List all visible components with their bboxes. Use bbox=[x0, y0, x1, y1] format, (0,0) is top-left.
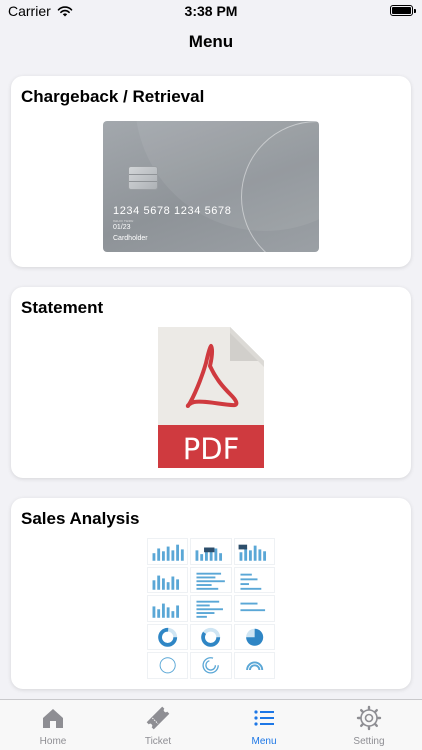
thumb-bar-chart bbox=[147, 566, 189, 594]
thumb-donut-chart bbox=[190, 623, 232, 651]
thumb-line-list bbox=[233, 595, 275, 622]
thumb-hbar-chart bbox=[190, 566, 232, 594]
thumb-ring-chart bbox=[190, 652, 232, 679]
thumb-bar-chart bbox=[147, 595, 189, 622]
card-title: Statement bbox=[21, 298, 104, 317]
battery-icon bbox=[390, 5, 413, 16]
list-icon bbox=[254, 710, 274, 726]
thumb-bar-chart bbox=[147, 538, 189, 565]
tab-label: Setting bbox=[353, 736, 385, 747]
pdf-label: PDF bbox=[183, 432, 240, 466]
pdf-file-icon: PDF bbox=[158, 327, 264, 468]
credit-card-image: 1234 5678 1234 5678 VALID THRU 01/23 Car… bbox=[103, 121, 319, 252]
tab-menu[interactable]: Menu bbox=[224, 700, 304, 750]
thumb-ring-chart bbox=[233, 652, 275, 679]
status-time: 3:38 PM bbox=[184, 3, 238, 19]
tab-label: Home bbox=[39, 736, 67, 747]
tab-ticket[interactable]: Ticket bbox=[118, 700, 198, 750]
tab-bar: Home Ticket Menu Setting bbox=[0, 699, 422, 750]
battery-tip bbox=[414, 9, 416, 13]
sales-analysis-card[interactable]: Sales Analysis bbox=[11, 498, 411, 689]
card-holder: Cardholder bbox=[113, 235, 148, 242]
card-title: Chargeback / Retrieval bbox=[21, 87, 205, 106]
tab-label: Menu bbox=[251, 736, 277, 747]
thumb-pie-chart bbox=[233, 623, 275, 651]
ticket-icon bbox=[146, 706, 170, 730]
gear-icon bbox=[356, 705, 382, 731]
sales-analysis-thumbnail bbox=[147, 538, 275, 679]
thumb-donut-chart bbox=[147, 623, 189, 651]
tab-home[interactable]: Home bbox=[13, 700, 93, 750]
status-bar: Carrier 3:38 PM bbox=[0, 0, 422, 22]
thumb-hbar-chart bbox=[233, 566, 275, 594]
thumb-bar-chart bbox=[233, 538, 275, 565]
thumb-bar-chart bbox=[190, 538, 232, 565]
tab-label: Ticket bbox=[144, 736, 172, 747]
page-title: Menu bbox=[188, 32, 234, 51]
tab-setting[interactable]: Setting bbox=[329, 700, 409, 750]
home-icon bbox=[43, 709, 63, 728]
card-title: Sales Analysis bbox=[21, 509, 140, 528]
thumb-hbar-chart bbox=[190, 595, 232, 622]
chip-icon bbox=[128, 166, 158, 190]
card-number: 1234 5678 1234 5678 bbox=[113, 205, 232, 217]
chargeback-card[interactable]: Chargeback / Retrieval 1234 5678 1234 56… bbox=[11, 76, 411, 267]
card-expiry: 01/23 bbox=[113, 224, 131, 231]
statement-card[interactable]: Statement PDF bbox=[11, 287, 411, 478]
thumb-ring-chart bbox=[147, 652, 189, 679]
card-valid-label: VALID THRU bbox=[113, 219, 134, 223]
